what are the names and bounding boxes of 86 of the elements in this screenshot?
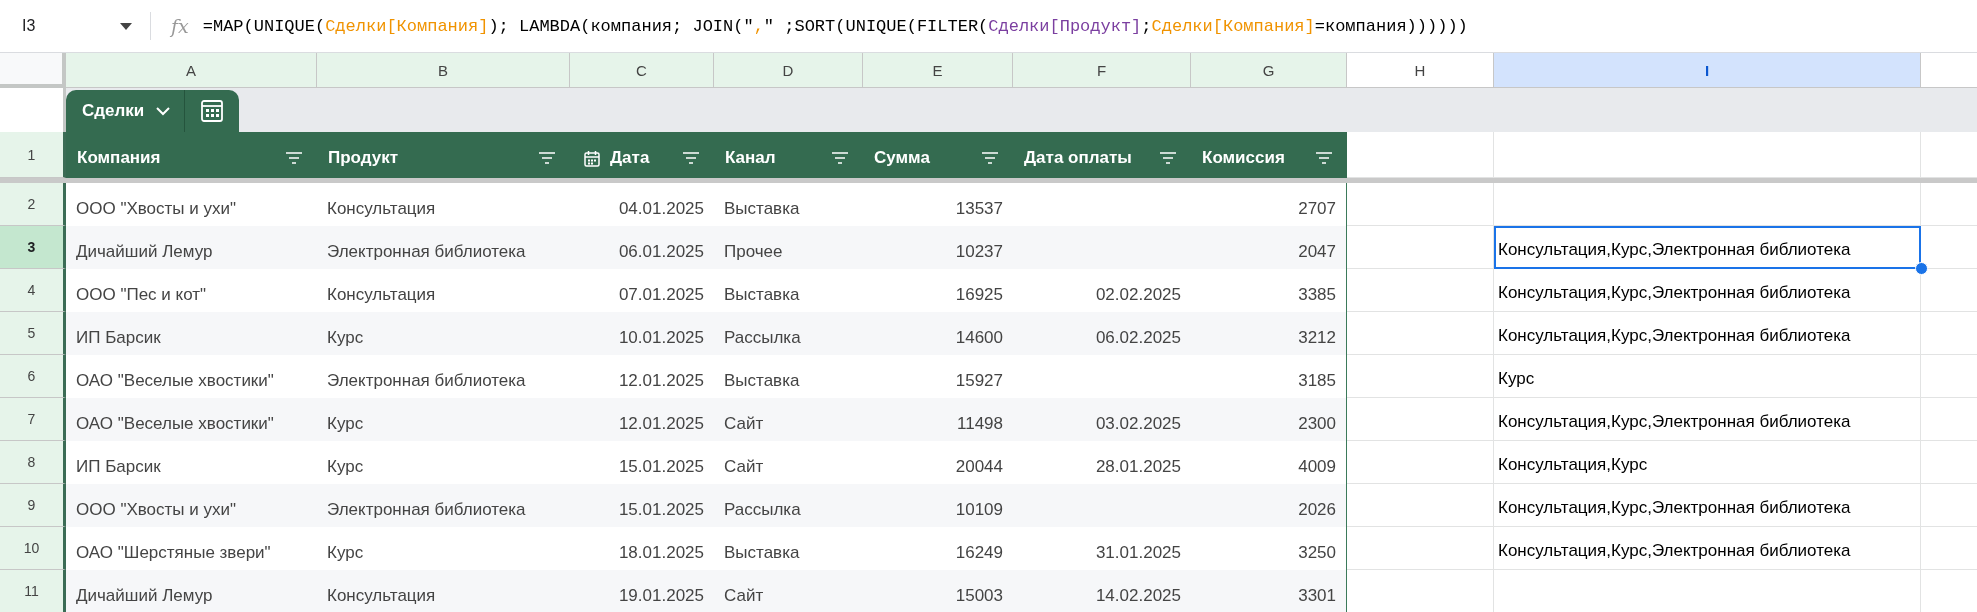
filter-icon — [1315, 151, 1333, 165]
table-cell[interactable]: Электронная библиотека — [317, 484, 570, 527]
column-header[interactable]: G — [1191, 53, 1347, 88]
table-cell[interactable]: ИП Барсик — [66, 312, 317, 355]
row-header[interactable]: 4 — [0, 269, 66, 312]
formula-field[interactable]: =MAP(UNIQUE(Сделки[Компания]); LAMBDA(компания; JOIN("," ;SORT(UNIQUE(FILTER(Сделки[Продукт];Сделки[Компания]=компания)))))) — [202, 16, 1468, 36]
table-cell[interactable]: Сайт — [714, 570, 863, 612]
column-header[interactable]: I — [1494, 53, 1921, 88]
table-cell[interactable]: Рассылка — [714, 484, 863, 527]
table-cell[interactable]: ООО "Хвосты и ухи" — [66, 484, 317, 527]
table-cell[interactable]: Курс — [317, 398, 570, 441]
column-header[interactable]: B — [317, 53, 570, 88]
table-cell[interactable]: Дичайший Лемур — [66, 570, 317, 612]
column-header[interactable]: E — [863, 53, 1013, 88]
spreadsheet-cell[interactable]: Консультация,Курс,Электронная библиотека — [1494, 312, 1921, 355]
select-all-corner[interactable] — [0, 53, 66, 88]
table-cell[interactable]: Прочее — [714, 226, 863, 269]
row-header[interactable]: 11 — [0, 570, 66, 612]
table-cell[interactable]: 10.01.2025 — [570, 312, 714, 355]
table-grid-icon — [201, 100, 224, 122]
filter-icon — [285, 151, 303, 165]
calendar-icon — [584, 149, 600, 167]
row-header[interactable]: 10 — [0, 527, 66, 570]
fill-handle[interactable] — [1915, 262, 1928, 275]
table-cell[interactable]: 2047 — [1191, 226, 1347, 269]
row-header[interactable]: 8 — [0, 441, 66, 484]
row-header[interactable]: 6 — [0, 355, 66, 398]
table-cell[interactable]: 3301 — [1191, 570, 1347, 612]
table-header-cell[interactable]: Дата — [570, 132, 714, 178]
filter-icon — [682, 151, 700, 165]
table-cell[interactable]: 14.02.2025 — [1013, 570, 1191, 612]
caret-icon — [120, 22, 132, 30]
row-header[interactable]: 3 — [0, 226, 66, 269]
chevron-down-icon — [156, 106, 171, 116]
table-cell[interactable]: Сайт — [714, 398, 863, 441]
table-header-cell[interactable]: Компания — [66, 132, 317, 178]
spreadsheet-cell[interactable]: Консультация,Курс,Электронная библиотека — [1494, 484, 1921, 527]
table-cell[interactable]: 10109 — [863, 484, 1013, 527]
table-cell[interactable]: Дичайший Лемур — [66, 226, 317, 269]
column-header[interactable]: F — [1013, 53, 1191, 88]
spreadsheet-cell[interactable]: Консультация,Курс,Электронная библиотека — [1494, 226, 1921, 269]
table-cell[interactable]: ОАО "Веселые хвостики" — [66, 398, 317, 441]
row-header[interactable]: 2 — [0, 183, 66, 226]
name-box[interactable]: I3 — [0, 8, 150, 44]
column-header[interactable]: D — [714, 53, 863, 88]
row-header[interactable]: 9 — [0, 484, 66, 527]
filter-icon — [1159, 151, 1177, 165]
table-cell[interactable]: 06.01.2025 — [570, 226, 714, 269]
table-cell[interactable]: 15.01.2025 — [570, 484, 714, 527]
spreadsheet-cell[interactable]: Консультация,Курс,Электронная библиотека — [1494, 527, 1921, 570]
table-cell[interactable]: 14600 — [863, 312, 1013, 355]
table-cell[interactable]: 06.02.2025 — [1013, 312, 1191, 355]
filter-icon — [981, 151, 999, 165]
table-cell[interactable]: 11498 — [863, 398, 1013, 441]
empty-cell[interactable] — [1494, 183, 1921, 226]
row-header[interactable]: 7 — [0, 398, 66, 441]
table-cell[interactable]: Электронная библиотека — [317, 226, 570, 269]
spreadsheet-cell[interactable]: Курс — [1494, 355, 1921, 398]
table-header-cell[interactable]: Канал — [714, 132, 863, 178]
spreadsheet-cell[interactable]: Консультация,Курс,Электронная библиотека — [1494, 269, 1921, 312]
column-header[interactable]: H — [1347, 53, 1494, 88]
table-header-cell[interactable]: Сумма — [863, 132, 1013, 178]
spreadsheet-cell[interactable]: Консультация,Курс — [1494, 441, 1921, 484]
function-icon: fx — [171, 15, 189, 37]
table-header-cell[interactable]: Продукт — [317, 132, 570, 178]
table-cell[interactable]: Рассылка — [714, 312, 863, 355]
row-header[interactable]: 5 — [0, 312, 66, 355]
filter-icon — [831, 151, 849, 165]
table-cell[interactable]: 2300 — [1191, 398, 1347, 441]
column-header[interactable]: C — [570, 53, 714, 88]
table-cell[interactable]: 15003 — [863, 570, 1013, 612]
table-cell[interactable]: 3212 — [1191, 312, 1347, 355]
table-cell[interactable]: 12.01.2025 — [570, 398, 714, 441]
table-header-cell[interactable]: Комиссия — [1191, 132, 1347, 178]
table-cell[interactable]: Консультация — [317, 570, 570, 612]
filter-icon — [538, 151, 556, 165]
row-header[interactable]: 1 — [0, 132, 66, 178]
column-header[interactable]: A — [66, 53, 317, 88]
table-cell[interactable]: 03.02.2025 — [1013, 398, 1191, 441]
table-cell[interactable]: 10237 — [863, 226, 1013, 269]
spreadsheet-cell[interactable]: Консультация,Курс,Электронная библиотека — [1494, 398, 1921, 441]
table-header-cell[interactable]: Дата оплаты — [1013, 132, 1191, 178]
table-cell[interactable]: Курс — [317, 312, 570, 355]
table-cell[interactable]: 2026 — [1191, 484, 1347, 527]
table-cell[interactable]: 19.01.2025 — [570, 570, 714, 612]
table-name-tab[interactable]: Сделки — [66, 90, 240, 132]
